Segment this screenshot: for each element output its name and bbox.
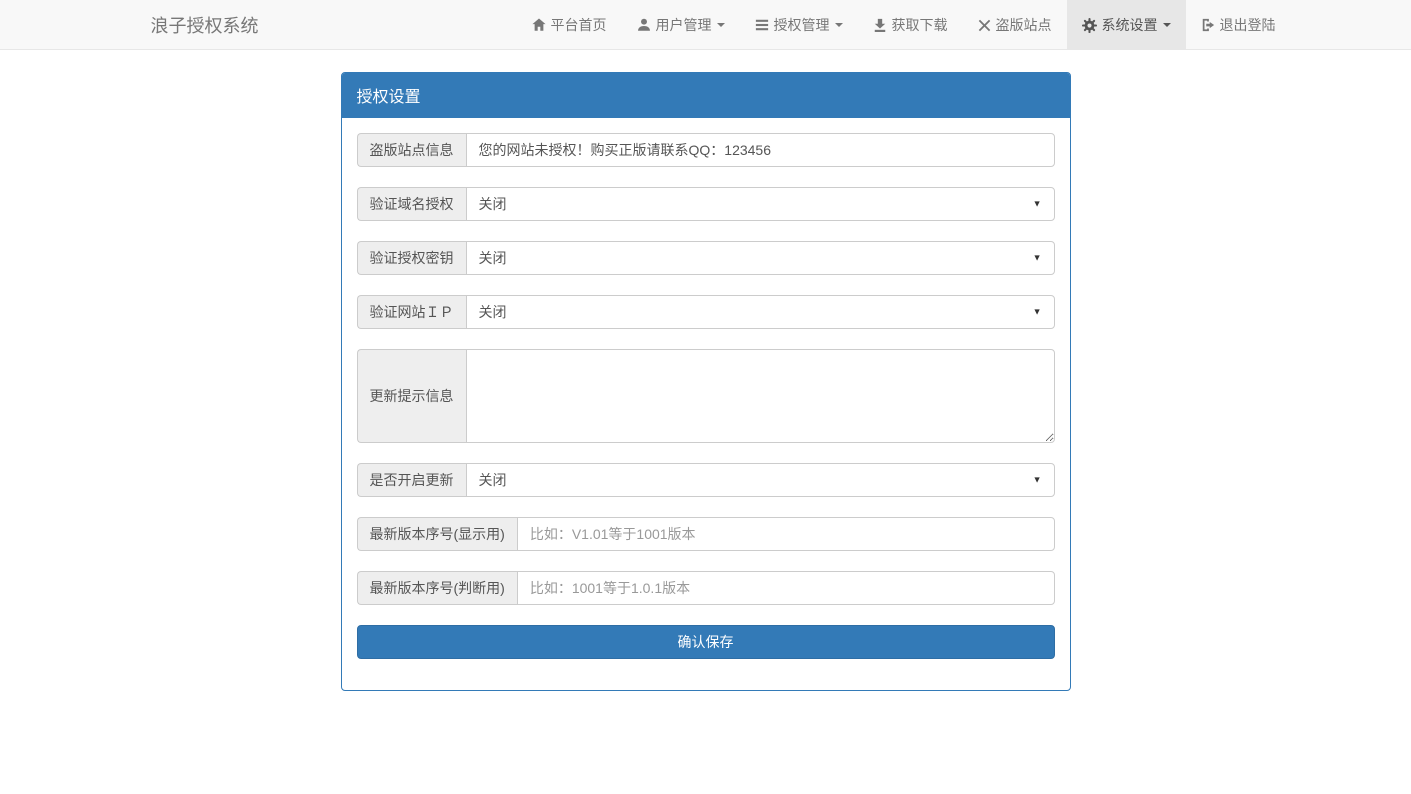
user-icon [637, 18, 651, 32]
nav-link-settings[interactable]: 系统设置 [1067, 0, 1186, 50]
nav-item-licenses: 授权管理 [740, 0, 858, 50]
field-label: 盗版站点信息 [357, 133, 466, 167]
update-message-textarea[interactable] [466, 349, 1055, 443]
nav-item-pirate-sites: 盗版站点 [963, 0, 1067, 50]
navbar-container: 浪子授权系统 平台首页 用户管理 [121, 0, 1291, 50]
latest-version-judge-input[interactable] [517, 571, 1055, 605]
panel-title: 授权设置 [342, 73, 1070, 118]
verify-key-select[interactable]: 关闭 ▼ [466, 241, 1055, 275]
form-row-enable-update: 是否开启更新 关闭 ▼ [357, 463, 1055, 497]
list-icon [755, 18, 769, 32]
chevron-down-icon [835, 23, 843, 27]
nav-label: 获取下载 [892, 15, 948, 35]
selected-option: 关闭 [479, 248, 507, 268]
enable-update-select[interactable]: 关闭 ▼ [466, 463, 1055, 497]
select-arrow-icon: ▼ [1033, 308, 1042, 317]
form-row-version-judge: 最新版本序号(判断用) [357, 571, 1055, 605]
panel-body: 盗版站点信息 验证域名授权 关闭 ▼ 验证授权密钥 关闭 ▼ 验证网站ＩＰ 关闭… [342, 118, 1070, 690]
nav-link-logout[interactable]: 退出登陆 [1186, 0, 1291, 50]
nav-item-home: 平台首页 [517, 0, 622, 50]
nav-item-settings: 系统设置 [1067, 0, 1186, 50]
nav-label: 授权管理 [774, 15, 830, 35]
selected-option: 关闭 [479, 470, 507, 490]
nav-item-users: 用户管理 [622, 0, 740, 50]
form-row-verify-key: 验证授权密钥 关闭 ▼ [357, 241, 1055, 275]
latest-version-display-input[interactable] [517, 517, 1055, 551]
auth-settings-panel: 授权设置 盗版站点信息 验证域名授权 关闭 ▼ 验证授权密钥 关闭 ▼ 验证网站… [341, 72, 1071, 691]
field-label: 验证授权密钥 [357, 241, 466, 275]
nav-link-download[interactable]: 获取下载 [858, 0, 963, 50]
field-label: 验证域名授权 [357, 187, 466, 221]
main-nav: 平台首页 用户管理 授权管理 [517, 0, 1291, 50]
pirate-site-message-input[interactable] [466, 133, 1055, 167]
remove-icon [978, 19, 991, 32]
verify-domain-select[interactable]: 关闭 ▼ [466, 187, 1055, 221]
form-row-verify-domain: 验证域名授权 关闭 ▼ [357, 187, 1055, 221]
selected-option: 关闭 [479, 194, 507, 214]
gear-icon [1082, 18, 1097, 33]
field-label: 验证网站ＩＰ [357, 295, 466, 329]
form-row-verify-ip: 验证网站ＩＰ 关闭 ▼ [357, 295, 1055, 329]
nav-label: 用户管理 [656, 15, 712, 35]
chevron-down-icon [717, 23, 725, 27]
download-icon [873, 18, 887, 32]
field-label: 更新提示信息 [357, 349, 466, 443]
nav-label: 平台首页 [551, 15, 607, 35]
nav-link-pirate-sites[interactable]: 盗版站点 [963, 0, 1067, 50]
select-arrow-icon: ▼ [1033, 200, 1042, 209]
logout-icon [1201, 18, 1215, 32]
form-row-version-display: 最新版本序号(显示用) [357, 517, 1055, 551]
chevron-down-icon [1163, 23, 1171, 27]
field-label: 是否开启更新 [357, 463, 466, 497]
navbar: 浪子授权系统 平台首页 用户管理 [0, 0, 1411, 50]
nav-link-users[interactable]: 用户管理 [622, 0, 740, 50]
nav-item-logout: 退出登陆 [1186, 0, 1291, 50]
selected-option: 关闭 [479, 302, 507, 322]
brand[interactable]: 浪子授权系统 [136, 0, 274, 50]
verify-ip-select[interactable]: 关闭 ▼ [466, 295, 1055, 329]
nav-label: 系统设置 [1102, 15, 1158, 35]
nav-link-home[interactable]: 平台首页 [517, 0, 622, 50]
nav-label: 盗版站点 [996, 15, 1052, 35]
field-label: 最新版本序号(显示用) [357, 517, 517, 551]
home-icon [532, 18, 546, 32]
select-arrow-icon: ▼ [1033, 254, 1042, 263]
nav-label: 退出登陆 [1220, 15, 1276, 35]
select-arrow-icon: ▼ [1033, 476, 1042, 485]
form-row-pirate-message: 盗版站点信息 [357, 133, 1055, 167]
form-row-update-message: 更新提示信息 [357, 349, 1055, 443]
field-label: 最新版本序号(判断用) [357, 571, 517, 605]
nav-link-licenses[interactable]: 授权管理 [740, 0, 858, 50]
nav-item-download: 获取下载 [858, 0, 963, 50]
save-button[interactable]: 确认保存 [357, 625, 1055, 659]
